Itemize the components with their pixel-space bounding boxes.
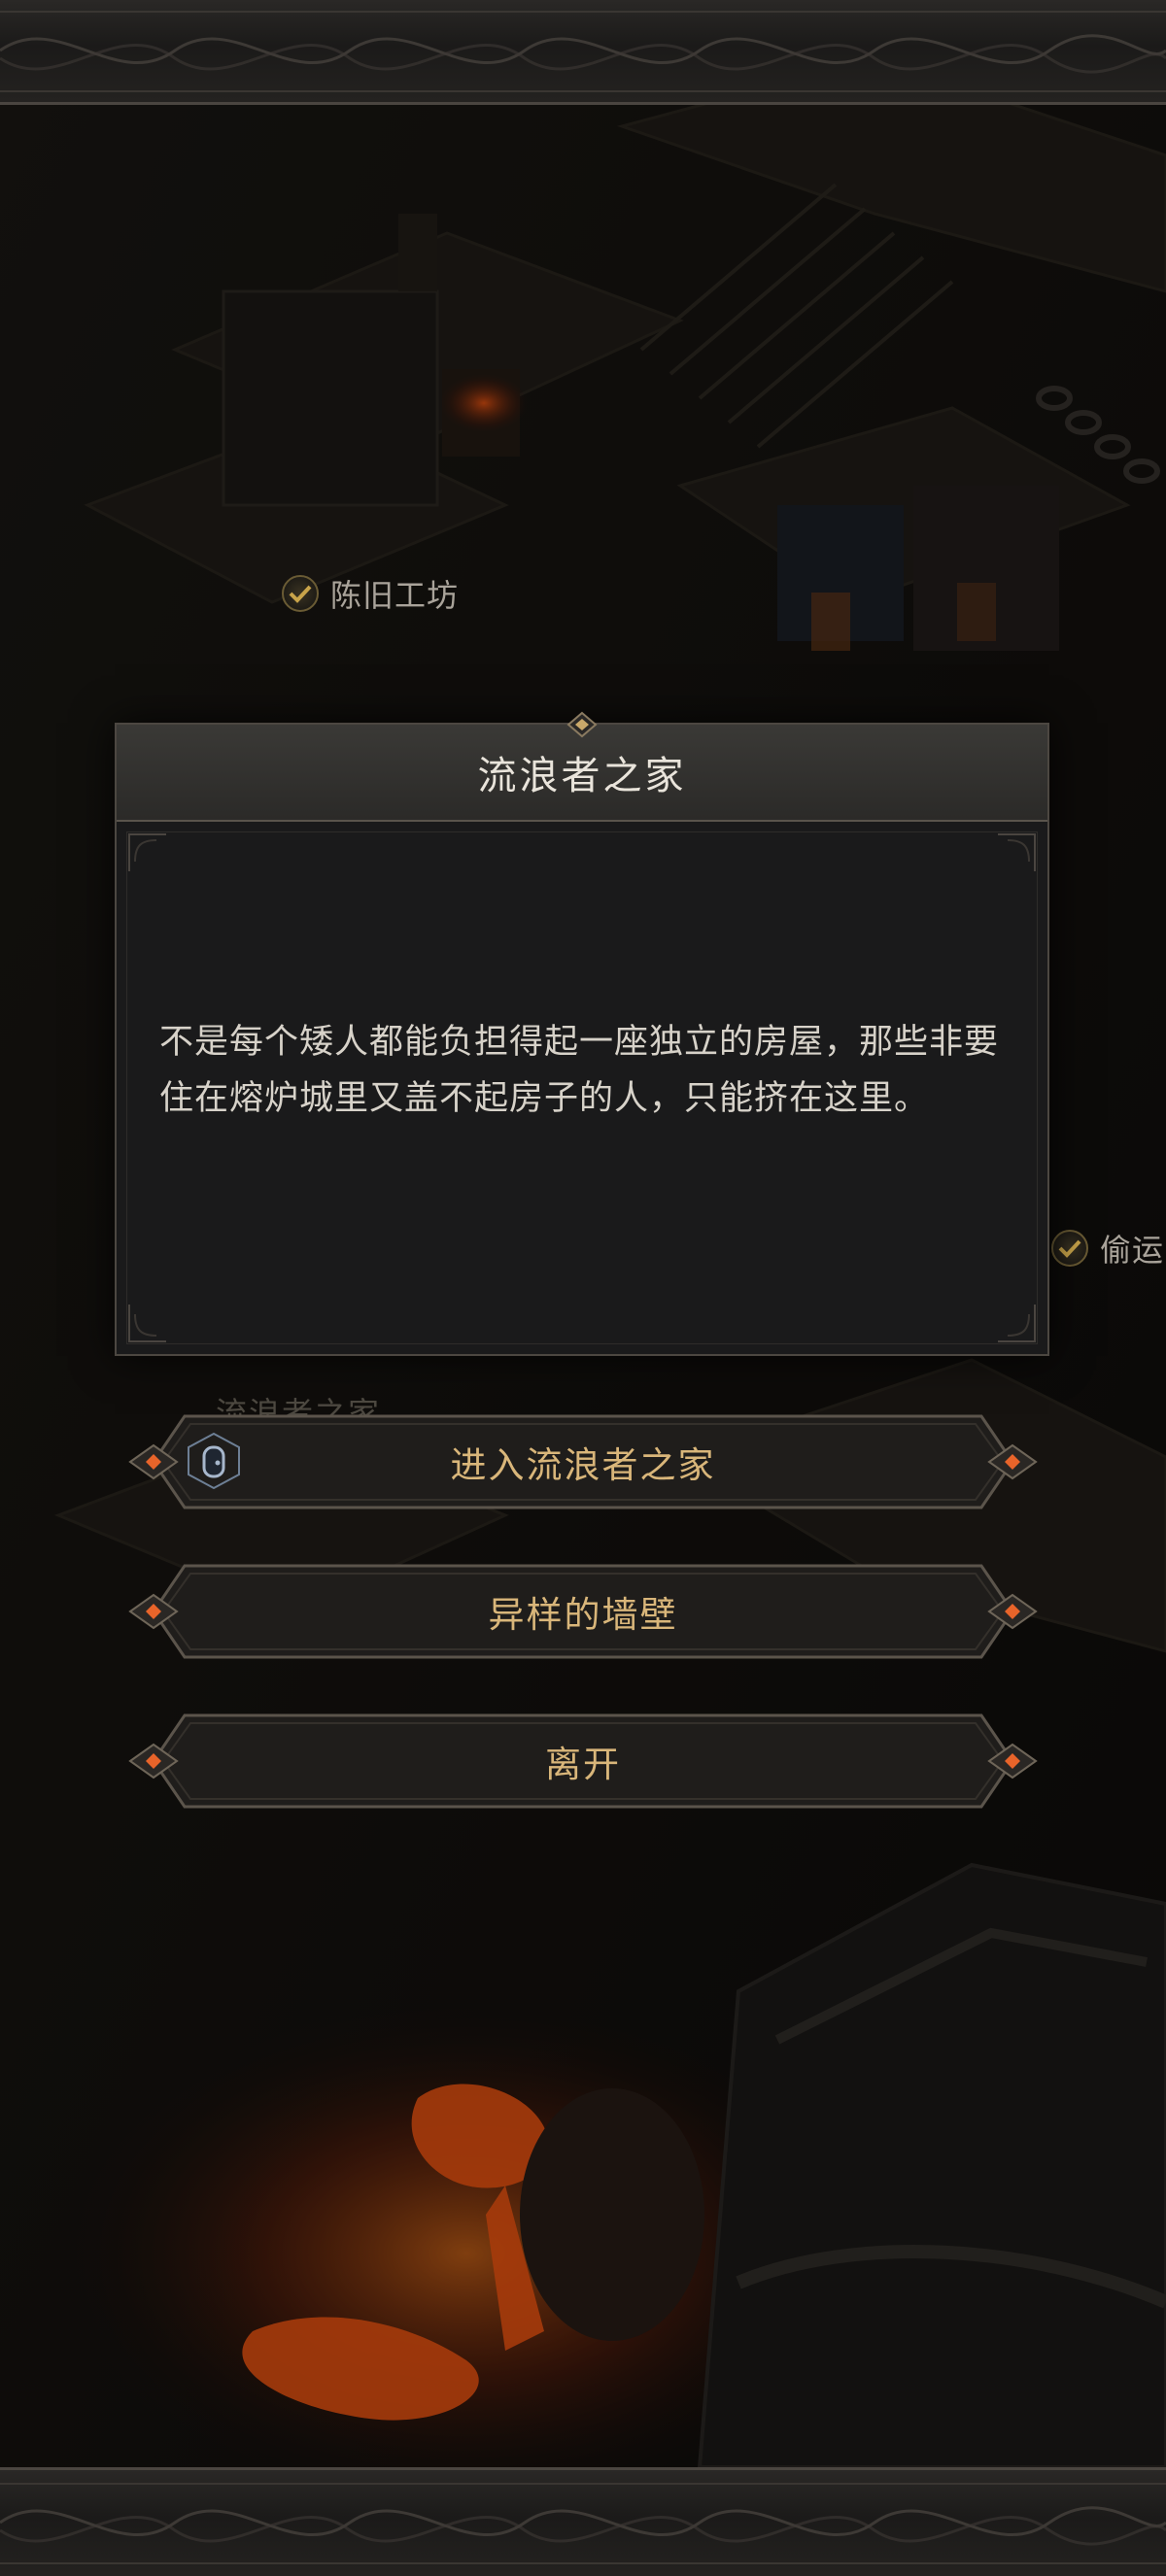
dialog-header: 流浪者之家	[117, 725, 1047, 822]
map-location-smuggle[interactable]: 偷运	[1051, 1226, 1164, 1271]
dialog-description: 不是每个矮人都能负担得起一座独立的房屋，那些非要住在熔炉城里又盖不起房子的人，只…	[159, 1023, 1000, 1118]
button-label: 进入流浪者之家	[450, 1444, 716, 1486]
corner-ornament-icon	[128, 833, 166, 871]
corner-ornament-icon	[998, 833, 1036, 871]
corner-ornament-icon	[128, 1305, 166, 1342]
leave-button[interactable]: 离开	[124, 1710, 1042, 1813]
game-screen: 陈旧工坊 偷运 流浪者之家 流浪者之家 不是每个矮人都能负担得起一座独立的房屋，…	[0, 0, 1166, 2576]
diamond-ornament-icon	[566, 711, 598, 738]
dialog-title: 流浪者之家	[477, 754, 687, 798]
ornament-pattern	[0, 2483, 1166, 2564]
map-location-label: 陈旧工坊	[330, 577, 460, 614]
map-location-label: 偷运	[1100, 1232, 1165, 1269]
checkmark-icon	[282, 575, 319, 612]
top-frame	[0, 0, 1166, 105]
enter-wanderers-home-button[interactable]: 进入流浪者之家	[124, 1410, 1042, 1513]
strange-wall-button[interactable]: 异样的墙壁	[124, 1560, 1042, 1663]
map-location-old-workshop[interactable]: 陈旧工坊	[282, 571, 459, 616]
button-label: 离开	[545, 1744, 621, 1785]
button-label: 异样的墙壁	[488, 1594, 678, 1636]
checkmark-icon	[1051, 1230, 1088, 1267]
corner-ornament-icon	[998, 1305, 1036, 1342]
ornament-pattern	[0, 11, 1166, 92]
door-icon	[188, 1432, 240, 1490]
bottom-frame	[0, 2467, 1166, 2576]
